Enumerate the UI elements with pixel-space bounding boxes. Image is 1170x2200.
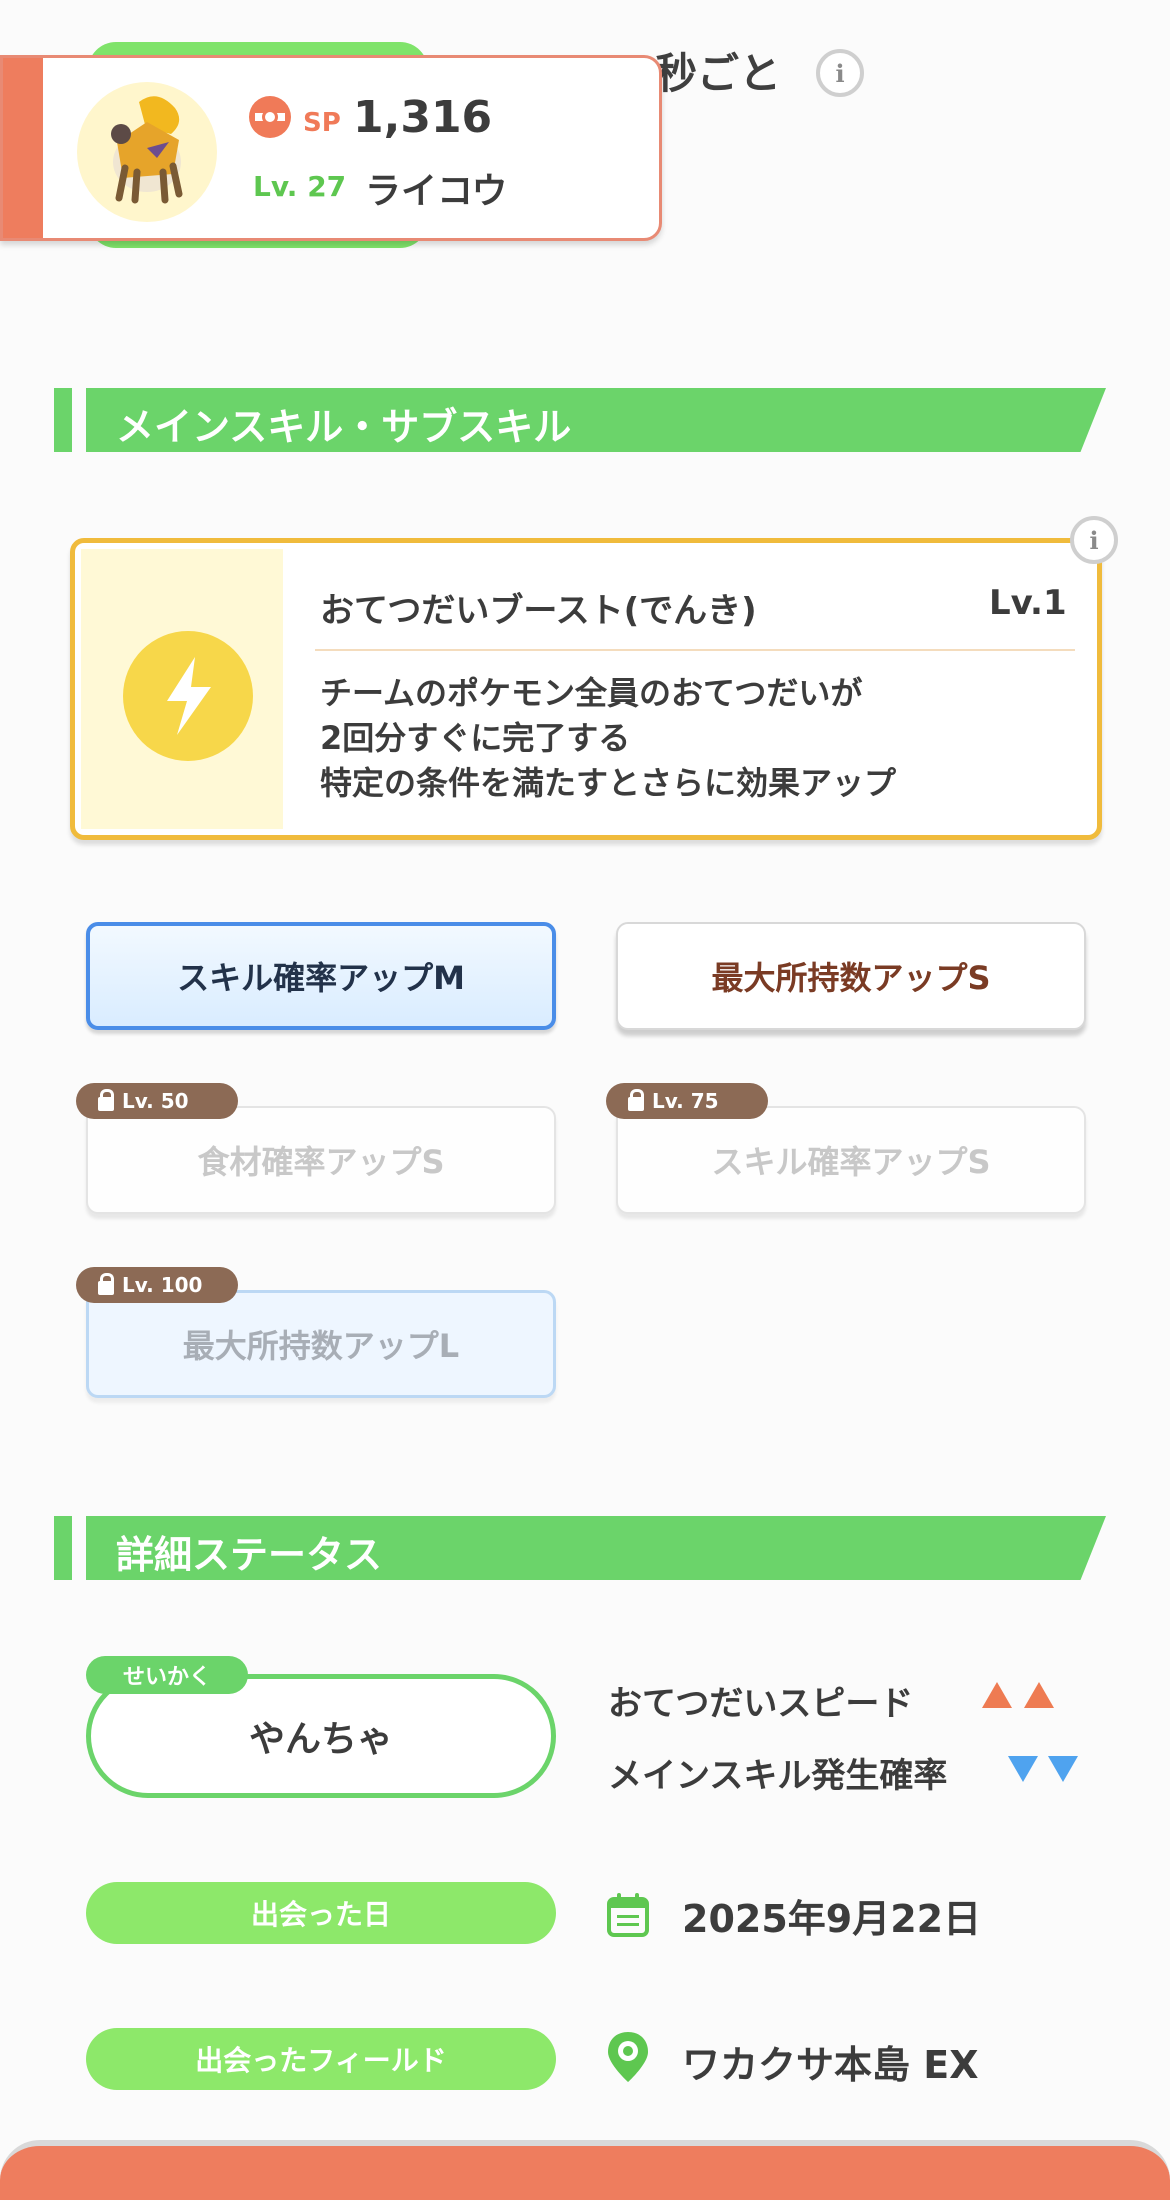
- unlock-level: Lv. 100: [122, 1273, 203, 1297]
- lock-badge: Lv. 75: [606, 1083, 768, 1119]
- sp-value: 1,316: [353, 92, 493, 143]
- nature-tag: せいかく: [86, 1656, 248, 1694]
- description-line: チームのポケモン全員のおてつだいが: [320, 674, 863, 712]
- up-arrow-icon: [1024, 1682, 1054, 1708]
- description-line: 2回分すぐに完了する: [320, 719, 631, 757]
- pokemon-level: Lv. 27: [253, 170, 347, 203]
- pokemon-card[interactable]: SP 1,316 Lv. 27 ライコウ: [0, 55, 662, 241]
- lightning-icon: [123, 631, 253, 761]
- lock-icon: [98, 1272, 114, 1295]
- bottom-action-bar[interactable]: [0, 2140, 1170, 2200]
- skill-info-icon[interactable]: i: [1070, 516, 1118, 564]
- nature-up-stat: おてつだいスピード: [608, 1684, 914, 1724]
- lock-icon: [98, 1088, 114, 1111]
- lock-badge: Lv. 50: [76, 1083, 238, 1119]
- sub-skill-label: スキル確率アップS: [711, 1143, 991, 1181]
- info-icon[interactable]: i: [816, 49, 864, 97]
- nature-down-stat: メインスキル発生確率: [608, 1756, 948, 1796]
- description-line: 特定の条件を満たすとさらに効果アップ: [320, 764, 897, 802]
- sub-skill-label: 食材確率アップS: [197, 1143, 445, 1181]
- section-title: メインスキル・サブスキル: [116, 405, 572, 449]
- calendar-icon: [606, 1892, 650, 1942]
- section-title: 詳細ステータス: [116, 1533, 383, 1577]
- location-pin-icon: [606, 2030, 650, 2088]
- card-stripe: [3, 58, 43, 238]
- skill-icon-panel: [81, 549, 283, 829]
- header-text: 秒ごと: [655, 49, 782, 98]
- sub-skill-label: 最大所持数アップS: [711, 959, 991, 997]
- section-header-marker: [54, 1516, 72, 1580]
- main-skill-level: Lv.1: [989, 583, 1067, 623]
- met-date-label: 出会った日: [86, 1882, 556, 1944]
- main-skill-description: チームのポケモン全員のおてつだいが 2回分すぐに完了する 特定の条件を満たすとさ…: [320, 671, 896, 806]
- section-header-marker: [54, 388, 72, 452]
- unlock-level: Lv. 50: [122, 1089, 189, 1113]
- sp-label: SP: [303, 108, 341, 138]
- sub-skill-label: 最大所持数アップL: [182, 1327, 460, 1365]
- nature-value: やんちゃ: [248, 1719, 393, 1760]
- pokemon-avatar: [77, 82, 217, 222]
- up-arrow-icon: [982, 1682, 1012, 1708]
- met-date-value: 2025年9月22日: [682, 1897, 982, 1941]
- sub-skill-4[interactable]: スキル確率アップS: [616, 1106, 1086, 1214]
- lock-icon: [628, 1088, 644, 1111]
- sub-skill-1[interactable]: スキル確率アップM: [86, 922, 556, 1030]
- pokemon-name: ライコウ: [365, 171, 508, 212]
- sub-skill-5[interactable]: 最大所持数アップL: [86, 1290, 556, 1398]
- sp-icon: [249, 96, 291, 138]
- lock-badge: Lv. 100: [76, 1267, 238, 1303]
- section-header-status: 詳細ステータス: [54, 1516, 1106, 1580]
- down-arrow-icon: [1008, 1756, 1038, 1782]
- sub-skill-2[interactable]: 最大所持数アップS: [616, 922, 1086, 1030]
- unlock-level: Lv. 75: [652, 1089, 719, 1113]
- divider: [315, 649, 1075, 651]
- main-skill-name: おてつだいブースト(でんき): [320, 591, 757, 631]
- down-arrow-icon: [1048, 1756, 1078, 1782]
- met-field-label: 出会ったフィールド: [86, 2028, 556, 2090]
- sub-skill-3[interactable]: 食材確率アップS: [86, 1106, 556, 1214]
- main-skill-card[interactable]: おてつだいブースト(でんき) Lv.1 チームのポケモン全員のおてつだいが 2回…: [70, 538, 1102, 840]
- section-header-skills: メインスキル・サブスキル: [54, 388, 1106, 452]
- met-field-value: ワカクサ本島 EX: [682, 2043, 979, 2087]
- sub-skill-label: スキル確率アップM: [177, 959, 465, 997]
